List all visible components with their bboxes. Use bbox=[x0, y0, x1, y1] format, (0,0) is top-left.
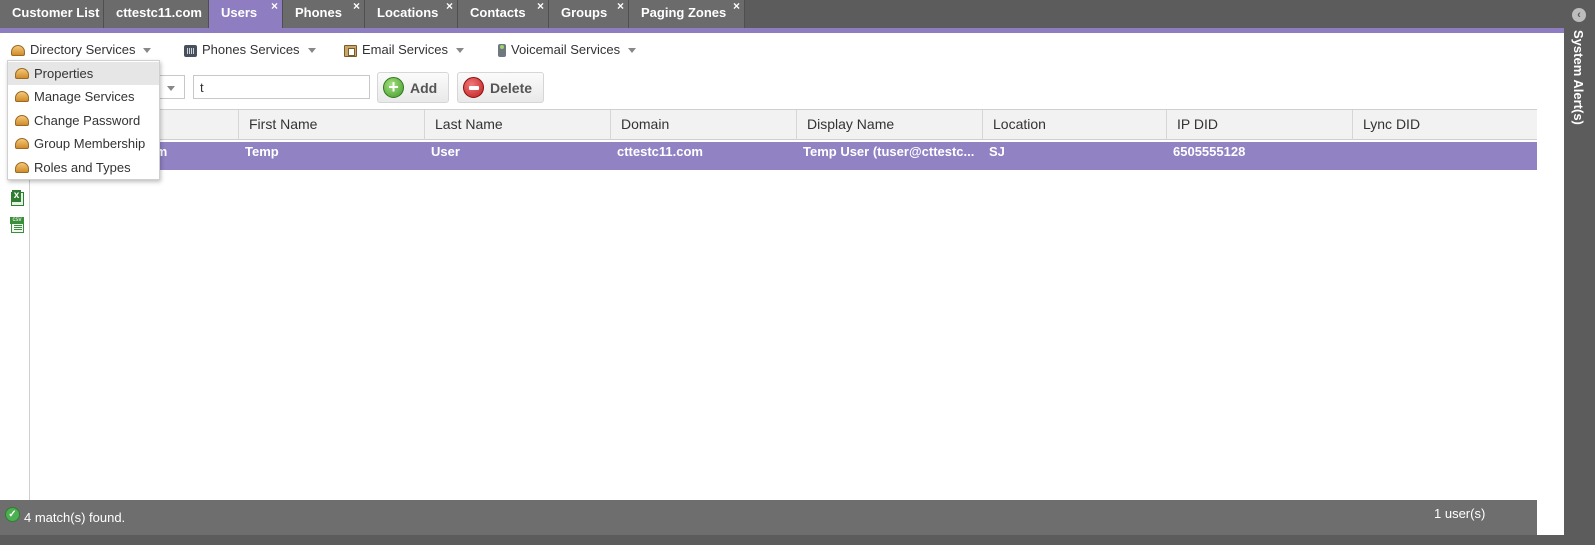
chevron-down-icon bbox=[455, 48, 464, 54]
search-input[interactable] bbox=[193, 75, 370, 99]
close-icon[interactable]: × bbox=[271, 0, 278, 19]
status-bar: ✓ 4 match(s) found. 1 user(s) bbox=[0, 500, 1537, 535]
cell-location: SJ bbox=[989, 144, 1005, 159]
menu-label: Email Services bbox=[362, 42, 448, 57]
directory-services-dropdown: Properties Manage Services Change Passwo… bbox=[7, 60, 160, 180]
directory-services-menu[interactable]: Directory Services bbox=[11, 42, 152, 60]
column-header-lync-did[interactable]: Lync DID bbox=[1352, 110, 1537, 140]
button-label: Add bbox=[410, 80, 438, 96]
phones-services-menu[interactable]: Phones Services bbox=[184, 42, 316, 60]
tab-label: Paging Zones bbox=[641, 5, 727, 20]
check-icon: ✓ bbox=[5, 507, 20, 522]
tab-accent-line bbox=[0, 28, 1564, 33]
tab-groups[interactable]: Groups × bbox=[549, 0, 629, 28]
voicemail-icon bbox=[498, 44, 506, 58]
tab-phones[interactable]: Phones × bbox=[283, 0, 365, 28]
user-count: 1 user(s) bbox=[1434, 506, 1486, 521]
close-icon[interactable]: × bbox=[617, 0, 624, 19]
excel-export-icon[interactable] bbox=[11, 190, 24, 206]
menu-label: Voicemail Services bbox=[511, 42, 621, 57]
email-services-menu[interactable]: Email Services bbox=[344, 42, 464, 60]
user-dome-icon bbox=[15, 138, 29, 149]
menu-item-label: Properties bbox=[34, 66, 94, 81]
bottom-strip bbox=[0, 535, 1564, 545]
menu-label: Phones Services bbox=[202, 42, 300, 57]
user-dome-icon bbox=[15, 115, 29, 126]
column-header-location[interactable]: Location bbox=[982, 110, 1166, 140]
tab-label: Customer List bbox=[12, 5, 100, 20]
match-count: 4 match(s) found. bbox=[24, 510, 126, 525]
tab-label: Contacts bbox=[470, 5, 526, 20]
table-row[interactable]: .com Temp User cttestc11.com Temp User (… bbox=[30, 142, 1537, 170]
chevron-down-icon bbox=[143, 48, 152, 54]
user-dome-icon bbox=[15, 68, 29, 79]
close-icon[interactable]: × bbox=[353, 0, 360, 19]
close-icon[interactable]: × bbox=[733, 0, 740, 19]
tab-label: Locations bbox=[377, 5, 439, 20]
chevron-down-icon bbox=[628, 48, 637, 54]
column-header-last-name[interactable]: Last Name bbox=[424, 110, 610, 140]
tab-label: Users bbox=[221, 5, 258, 20]
menu-item-group-membership[interactable]: Group Membership bbox=[8, 132, 159, 155]
tab-contacts[interactable]: Contacts × bbox=[458, 0, 549, 28]
menu-item-label: Roles and Types bbox=[34, 160, 131, 175]
cell-display-name: Temp User (tuser@cttestc... bbox=[803, 144, 975, 159]
tab-domain[interactable]: cttestc11.com bbox=[104, 0, 209, 28]
tab-customer-list[interactable]: Customer List bbox=[0, 0, 104, 28]
chevron-down-icon bbox=[167, 86, 175, 91]
tab-label: cttestc11.com bbox=[116, 5, 202, 20]
close-icon[interactable]: × bbox=[446, 0, 453, 19]
field-select[interactable] bbox=[158, 75, 185, 99]
cell-domain: cttestc11.com bbox=[617, 144, 703, 159]
tab-users[interactable]: Users × bbox=[209, 0, 283, 28]
collapse-icon[interactable]: ‹ bbox=[1572, 8, 1586, 22]
tab-bar: Customer List cttestc11.com Users × Phone… bbox=[0, 0, 1564, 30]
tab-label: Groups bbox=[561, 5, 608, 20]
phone-icon bbox=[184, 44, 197, 57]
column-header-first-name[interactable]: First Name bbox=[238, 110, 424, 140]
system-alerts-label: System Alert(s) bbox=[1571, 30, 1586, 125]
chevron-down-icon bbox=[307, 48, 316, 54]
close-icon[interactable]: × bbox=[537, 0, 544, 19]
tab-label: Phones bbox=[295, 5, 342, 20]
column-header-display-name[interactable]: Display Name bbox=[796, 110, 982, 140]
delete-icon bbox=[463, 77, 484, 98]
tab-paging-zones[interactable]: Paging Zones × bbox=[629, 0, 745, 28]
menu-item-label: Manage Services bbox=[34, 89, 135, 104]
system-alerts-panel[interactable]: ‹ System Alert(s) bbox=[1564, 0, 1595, 545]
tab-locations[interactable]: Locations × bbox=[365, 0, 458, 28]
menu-item-properties[interactable]: Properties bbox=[8, 62, 159, 85]
cell-ip-did: 6505555128 bbox=[1173, 144, 1246, 159]
button-label: Delete bbox=[490, 80, 533, 96]
menu-item-label: Group Membership bbox=[34, 136, 146, 151]
menu-item-manage-services[interactable]: Manage Services bbox=[8, 85, 159, 108]
csv-export-icon[interactable] bbox=[10, 217, 24, 233]
delete-button[interactable]: Delete bbox=[457, 72, 544, 103]
column-header-ip-did[interactable]: IP DID bbox=[1166, 110, 1352, 140]
user-dome-icon bbox=[15, 91, 29, 102]
voicemail-services-menu[interactable]: Voicemail Services bbox=[498, 42, 637, 60]
cell-last-name: User bbox=[431, 144, 460, 159]
add-button[interactable]: + Add bbox=[377, 72, 449, 103]
grid-header: First Name Last Name Domain Display Name… bbox=[30, 109, 1537, 140]
menu-item-roles-and-types[interactable]: Roles and Types bbox=[8, 156, 159, 179]
add-icon: + bbox=[383, 77, 404, 98]
email-icon bbox=[344, 44, 357, 57]
cell-first-name: Temp bbox=[245, 144, 279, 159]
column-header-domain[interactable]: Domain bbox=[610, 110, 796, 140]
menu-label: Directory Services bbox=[30, 42, 136, 57]
cell-lync-did bbox=[1352, 142, 1537, 170]
menu-item-label: Change Password bbox=[34, 113, 141, 128]
user-dome-icon bbox=[11, 45, 25, 57]
menu-item-change-password[interactable]: Change Password bbox=[8, 109, 159, 132]
user-dome-icon bbox=[15, 162, 29, 173]
